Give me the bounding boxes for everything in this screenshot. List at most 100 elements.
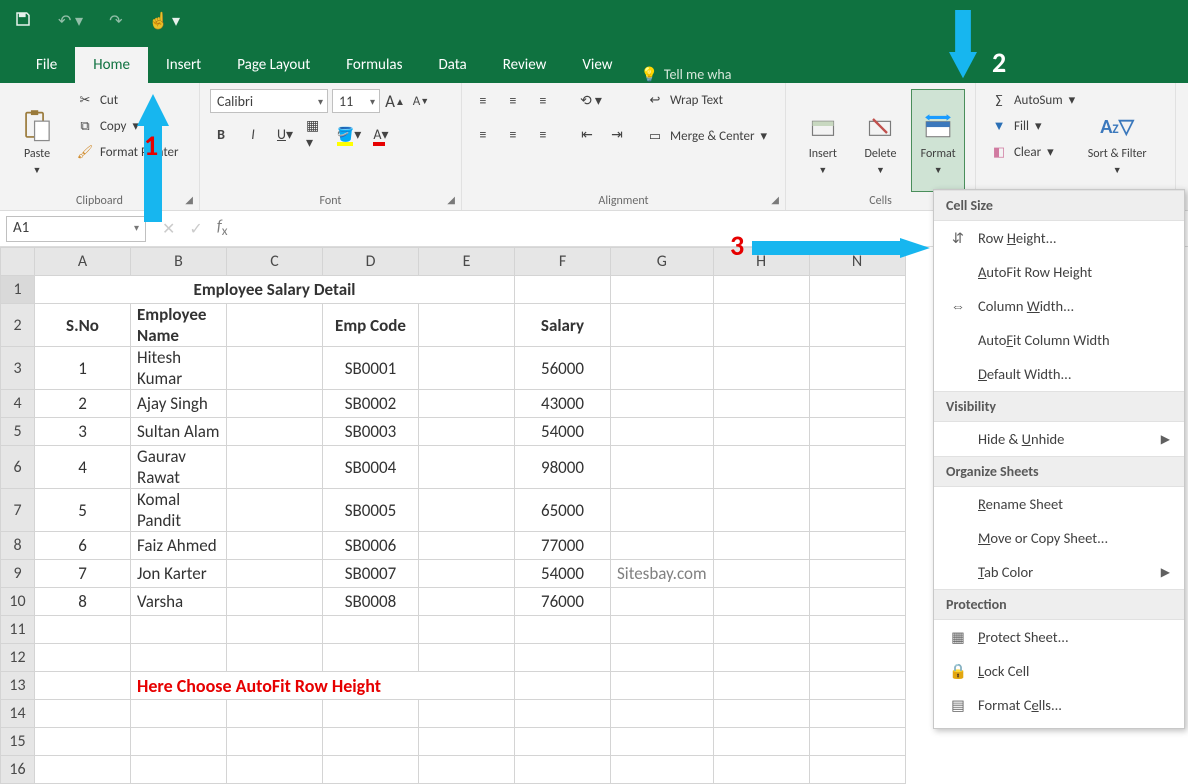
cell[interactable] [227, 616, 323, 644]
name-box[interactable]: A1 [6, 216, 146, 242]
row-header[interactable]: 7 [1, 489, 35, 532]
tab-file[interactable]: File [18, 47, 75, 83]
cell[interactable] [35, 672, 131, 700]
tab-view[interactable]: View [564, 47, 630, 83]
fill-button[interactable]: ▼Fill ▾ [986, 115, 1079, 137]
cell[interactable] [713, 276, 809, 304]
cell[interactable] [809, 700, 905, 728]
cell[interactable]: Komal Pandit [131, 489, 227, 532]
cell[interactable] [323, 700, 419, 728]
font-size-combo[interactable]: 11 [332, 89, 380, 113]
row-header[interactable]: 5 [1, 418, 35, 446]
cell[interactable] [611, 644, 714, 672]
cell[interactable]: Varsha [131, 588, 227, 616]
cell[interactable] [809, 756, 905, 784]
format-cells-button[interactable]: Format▼ [911, 89, 965, 192]
cell[interactable] [611, 756, 714, 784]
row-header[interactable]: 9 [1, 560, 35, 588]
cell[interactable] [713, 588, 809, 616]
sort-filter-button[interactable]: AZ▽ Sort & Filter▼ [1087, 89, 1147, 192]
cell[interactable] [131, 728, 227, 756]
tab-formulas[interactable]: Formulas [328, 47, 420, 83]
menu-hide-unhide[interactable]: Hide & Unhide▶ [934, 422, 1184, 456]
cell[interactable] [419, 304, 515, 347]
cell[interactable] [419, 446, 515, 489]
cell[interactable] [713, 418, 809, 446]
cell[interactable] [227, 390, 323, 418]
cell[interactable] [611, 347, 714, 390]
cell[interactable]: 98000 [515, 446, 611, 489]
grow-font-icon[interactable]: A▲ [384, 90, 406, 112]
align-left-icon[interactable]: ≡ [472, 123, 494, 145]
cell[interactable]: Sultan Alam [131, 418, 227, 446]
cell[interactable] [809, 728, 905, 756]
tab-page-layout[interactable]: Page Layout [219, 47, 328, 83]
menu-row-height[interactable]: ⇵Row Height... [934, 221, 1184, 255]
cell[interactable]: 5 [35, 489, 131, 532]
underline-icon[interactable]: U ▾ [274, 123, 296, 145]
cell[interactable] [419, 532, 515, 560]
cell[interactable] [713, 560, 809, 588]
redo-icon[interactable]: ↷ [103, 7, 128, 35]
cell[interactable]: SB0002 [323, 390, 419, 418]
cell[interactable] [713, 616, 809, 644]
cell[interactable] [611, 304, 714, 347]
row-header[interactable]: 11 [1, 616, 35, 644]
row-header[interactable]: 16 [1, 756, 35, 784]
cell[interactable] [131, 616, 227, 644]
cell[interactable]: Hitesh Kumar [131, 347, 227, 390]
cell[interactable] [419, 756, 515, 784]
cell[interactable] [227, 446, 323, 489]
cell[interactable]: SB0008 [323, 588, 419, 616]
menu-move-copy-sheet[interactable]: Move or Copy Sheet... [934, 521, 1184, 555]
cell[interactable] [419, 700, 515, 728]
tell-me[interactable]: 💡Tell me wha [630, 66, 741, 83]
cell[interactable] [713, 672, 809, 700]
cell[interactable]: SB0003 [323, 418, 419, 446]
menu-column-width[interactable]: ⇔Column Width... [934, 289, 1184, 323]
cell[interactable] [515, 616, 611, 644]
menu-autofit-column-width[interactable]: AutoFit Column Width [934, 323, 1184, 357]
cell[interactable] [419, 347, 515, 390]
cell[interactable] [131, 644, 227, 672]
cell[interactable] [419, 418, 515, 446]
tab-home[interactable]: Home [75, 47, 148, 83]
cell[interactable] [809, 532, 905, 560]
cell[interactable]: 43000 [515, 390, 611, 418]
cell[interactable] [227, 728, 323, 756]
menu-protect-sheet[interactable]: ▦Protect Sheet... [934, 620, 1184, 654]
cell[interactable] [713, 532, 809, 560]
cell[interactable]: 7 [35, 560, 131, 588]
column-header[interactable]: E [419, 248, 515, 276]
row-header[interactable]: 10 [1, 588, 35, 616]
paste-button[interactable]: Paste▼ [10, 89, 64, 192]
cell[interactable] [809, 644, 905, 672]
cell[interactable] [611, 588, 714, 616]
cell[interactable]: Ajay Singh [131, 390, 227, 418]
menu-default-width[interactable]: Default Width... [934, 357, 1184, 391]
cell[interactable]: Salary [515, 304, 611, 347]
increase-indent-icon[interactable]: ⇥ [606, 123, 628, 145]
cell[interactable]: Emp Code [323, 304, 419, 347]
italic-icon[interactable]: I [242, 123, 264, 145]
dialog-launcher-icon[interactable]: ◢ [185, 193, 193, 206]
cell[interactable]: S.No [35, 304, 131, 347]
cell[interactable] [713, 489, 809, 532]
cell[interactable]: 56000 [515, 347, 611, 390]
menu-lock-cell[interactable]: 🔒Lock Cell [934, 654, 1184, 688]
tab-insert[interactable]: Insert [148, 47, 219, 83]
column-header[interactable]: F [515, 248, 611, 276]
row-header[interactable]: 12 [1, 644, 35, 672]
row-header[interactable]: 1 [1, 276, 35, 304]
align-top-icon[interactable]: ≡ [472, 89, 494, 111]
decrease-indent-icon[interactable]: ⇤ [576, 123, 598, 145]
cell[interactable] [809, 276, 905, 304]
menu-rename-sheet[interactable]: Rename Sheet [934, 487, 1184, 521]
row-header[interactable]: 15 [1, 728, 35, 756]
cell[interactable] [515, 728, 611, 756]
cell[interactable] [227, 304, 323, 347]
cell[interactable] [809, 560, 905, 588]
cell[interactable] [131, 756, 227, 784]
cell[interactable] [323, 756, 419, 784]
cell[interactable] [611, 390, 714, 418]
